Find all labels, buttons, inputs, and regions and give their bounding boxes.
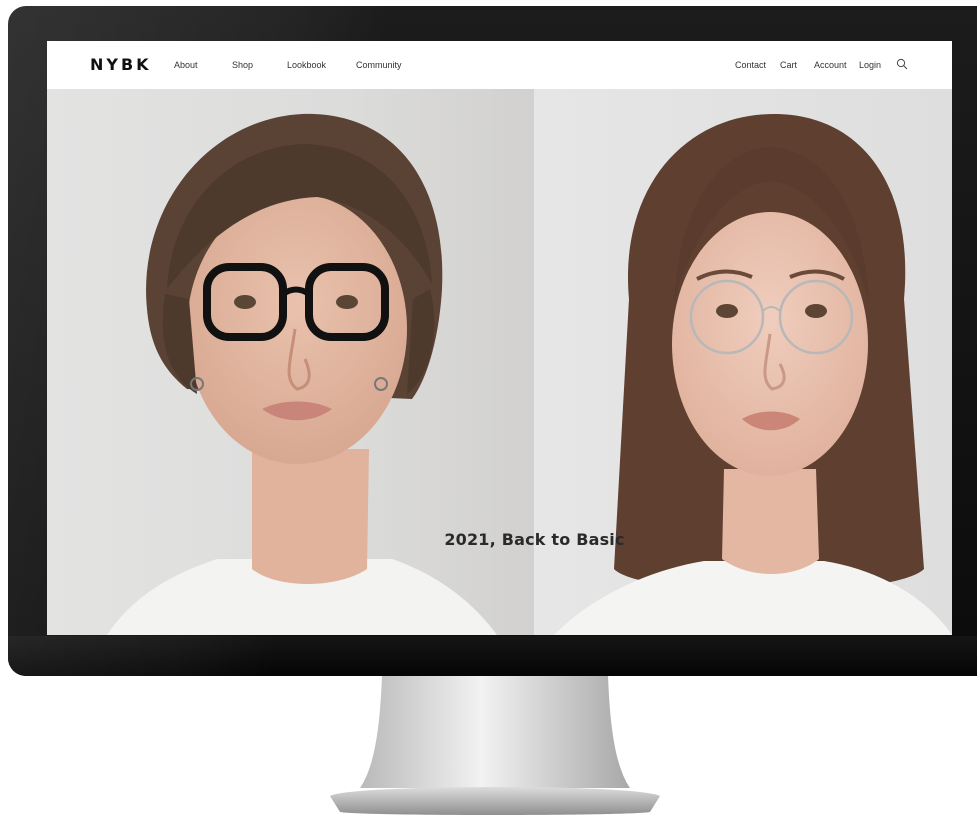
portrait-right-illustration <box>554 114 952 635</box>
monitor-stand <box>330 676 660 815</box>
hero-photo-right <box>534 89 952 635</box>
nav-link-contact[interactable]: Contact <box>735 60 766 70</box>
hero-banner: 2021, Back to Basic <box>47 89 952 635</box>
portrait-left-illustration <box>107 113 497 635</box>
nav-link-shop[interactable]: Shop <box>232 60 253 70</box>
top-navbar: NYBK About Shop Lookbook Community Conta… <box>47 41 952 89</box>
hero-caption: 2021, Back to Basic <box>444 530 625 549</box>
hero-photo-left <box>47 89 534 635</box>
nav-link-community[interactable]: Community <box>356 60 402 70</box>
monitor-mockup: NYBK About Shop Lookbook Community Conta… <box>0 0 977 818</box>
search-icon[interactable] <box>896 58 908 70</box>
monitor-chin <box>8 636 977 676</box>
nav-link-account[interactable]: Account <box>814 60 847 70</box>
brand-logo[interactable]: NYBK <box>90 55 152 74</box>
nav-link-lookbook[interactable]: Lookbook <box>287 60 326 70</box>
nav-link-cart[interactable]: Cart <box>780 60 797 70</box>
nav-link-about[interactable]: About <box>174 60 198 70</box>
nav-link-login[interactable]: Login <box>859 60 881 70</box>
website-screen: NYBK About Shop Lookbook Community Conta… <box>47 41 952 635</box>
